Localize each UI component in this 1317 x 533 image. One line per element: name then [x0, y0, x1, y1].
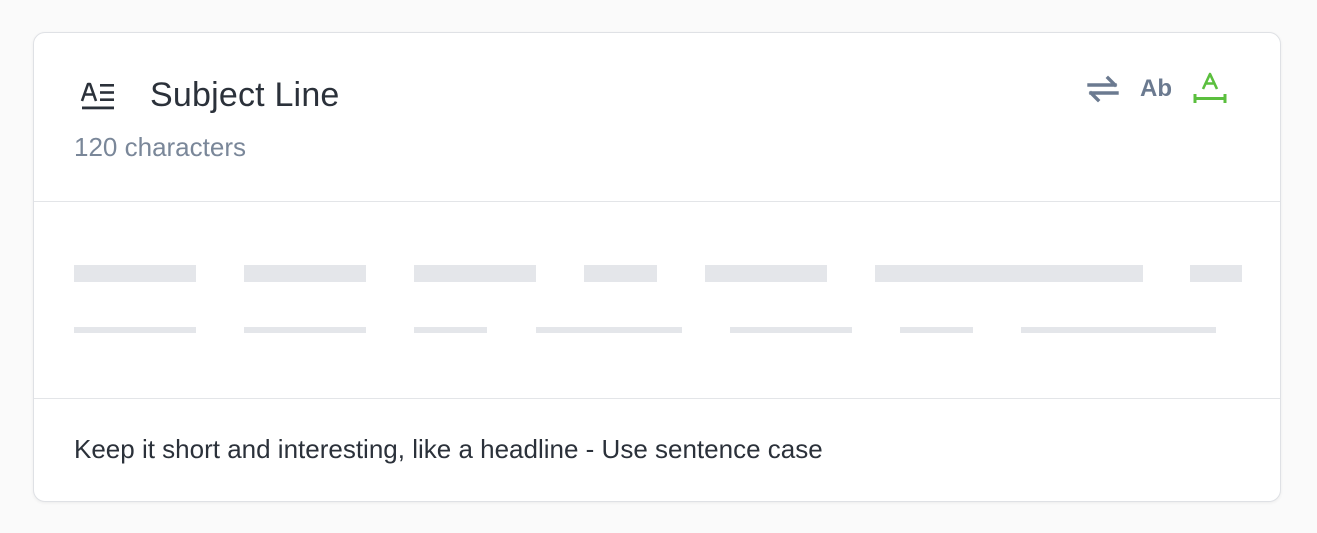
placeholder-row [74, 265, 1244, 282]
text-width-icon [1193, 72, 1227, 103]
placeholder-bar [414, 265, 536, 282]
placeholder-bar [1021, 327, 1216, 333]
placeholder-bar [244, 265, 366, 282]
placeholder-bar [730, 327, 852, 333]
swap-button[interactable] [1086, 74, 1120, 104]
placeholder-bar [584, 265, 657, 282]
hint-text: Keep it short and interesting, like a he… [74, 434, 823, 464]
text-placeholder-area [34, 201, 1280, 399]
placeholder-bar [74, 265, 196, 282]
placeholder-bar [875, 265, 1143, 282]
placeholder-bar [900, 327, 973, 333]
text-length-button[interactable] [1192, 72, 1228, 106]
placeholder-bar [244, 327, 366, 333]
card-header: Subject Line 120 characters Ab [34, 33, 1280, 202]
placeholder-bar [536, 327, 682, 333]
placeholder-bar [705, 265, 827, 282]
card-title: Subject Line [150, 76, 340, 114]
card-actions: Ab [1086, 69, 1228, 109]
placeholder-bar [414, 327, 487, 333]
sentence-case-button[interactable]: Ab [1140, 74, 1172, 104]
placeholder-bar [1190, 265, 1242, 282]
text-align-icon [80, 82, 114, 110]
repeat-arrows-icon [1087, 75, 1119, 103]
case-label: Ab [1140, 75, 1172, 102]
character-limit: 120 characters [74, 132, 246, 162]
placeholder-bar [74, 327, 196, 333]
subject-line-card: Subject Line 120 characters Ab Keep it s… [33, 32, 1281, 502]
placeholder-row [74, 327, 1244, 333]
